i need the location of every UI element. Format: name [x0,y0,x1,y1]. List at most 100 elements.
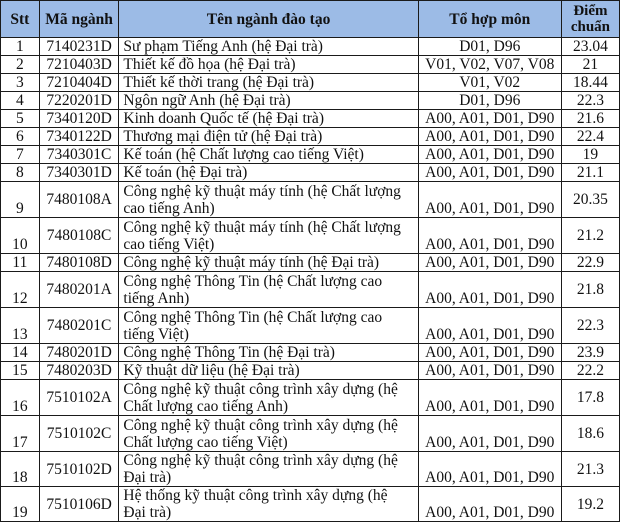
cell-code: 7340301C [38,145,120,164]
cell-combo: A00, A01, D01, D90 [417,271,562,308]
cell-stt: 19 [0,486,40,522]
table-row: 5 7340120D Kinh doanh Quốc tế (hệ Đại tr… [0,109,620,128]
cell-combo: A00, A01, D01, D90 [417,181,562,218]
table-row: 13 7480201C Công nghệ Thông Tin (hệ Chất… [0,307,620,344]
cell-stt: 18 [0,451,40,487]
cell-name: Kỹ thuật dữ liệu (hệ Đại trà) [118,361,419,380]
cell-stt: 17 [0,415,40,452]
header-code: Mã ngành [38,0,120,38]
cell-stt: 4 [0,91,40,110]
cell-stt: 15 [0,361,40,380]
cell-score: 22.9 [560,253,620,272]
table-row: 10 7480108C Công nghệ kỹ thuật máy tính … [0,217,620,254]
cell-name: Công nghệ Thông Tin (hệ Chất lượng cao t… [118,271,419,308]
header-score-line2: chuẩn [570,19,611,35]
table-row: 8 7340301D Kế toán (hệ Đại trà) A00, A01… [0,163,620,182]
cell-name: Thương mại điện tử (hệ Đại trà) [118,127,419,146]
cell-stt: 3 [0,73,40,92]
cell-code: 7210403D [38,55,120,74]
cell-stt: 2 [0,55,40,74]
cell-code: 7510102C [38,415,120,452]
cell-score: 21.8 [560,271,620,308]
cell-code: 7480201A [38,271,120,308]
cell-code: 7140231D [38,37,120,56]
cell-combo: D01, D96 [417,91,562,110]
cell-stt: 10 [0,217,40,254]
table-row: 4 7220201D Ngôn ngữ Anh (hệ Đại trà) D01… [0,91,620,110]
table-row: 16 7510102A Công nghệ kỹ thuật công trìn… [0,379,620,416]
cell-score: 21.6 [560,109,620,128]
cell-combo: A00, A01, D01, D90 [417,163,562,182]
cell-stt: 5 [0,109,40,128]
cell-score: 18.44 [560,73,620,92]
cell-code: 7510102D [38,451,120,487]
cell-code: 7480108A [38,181,120,218]
table-row: 12 7480201A Công nghệ Thông Tin (hệ Chất… [0,271,620,308]
cell-score: 19 [560,145,620,164]
table-row: 19 7510106D Hệ thống kỹ thuật công trình… [0,486,620,522]
cell-name: Thiết kế thời trang (hệ Đại trà) [118,73,419,92]
cell-name: Công nghệ Thông Tin (hệ Đại trà) [118,343,419,362]
cell-code: 7340301D [38,163,120,182]
cell-code: 7480203D [38,361,120,380]
cell-combo: A00, A01, D01, D90 [417,253,562,272]
cell-name: Hệ thống kỹ thuật công trình xây dựng (h… [118,486,419,522]
cell-name: Kế toán (hệ Chất lượng cao tiếng Việt) [118,145,419,164]
cell-stt: 12 [0,271,40,308]
cell-code: 7340122D [38,127,120,146]
table-row: 1 7140231D Sư phạm Tiếng Anh (hệ Đại trà… [0,37,620,56]
cell-stt: 7 [0,145,40,164]
cell-score: 22.2 [560,361,620,380]
cell-name: Công nghệ Thông Tin (hệ Chất lượng cao t… [118,307,419,344]
cell-stt: 6 [0,127,40,146]
cell-combo: A00, A01, D01, D90 [417,451,562,487]
table-row: 7 7340301C Kế toán (hệ Chất lượng cao ti… [0,145,620,164]
cell-name: Ngôn ngữ Anh (hệ Đại trà) [118,91,419,110]
cell-combo: A00, A01, D01, D90 [417,217,562,254]
cell-code: 7480108C [38,217,120,254]
cell-stt: 13 [0,307,40,344]
cell-stt: 9 [0,181,40,218]
table-row: 11 7480108D Công nghệ kỹ thuật máy tính … [0,253,620,272]
table-row: 14 7480201D Công nghệ Thông Tin (hệ Đại … [0,343,620,362]
table-row: 15 7480203D Kỹ thuật dữ liệu (hệ Đại trà… [0,361,620,380]
cell-score: 21 [560,55,620,74]
cell-score: 20.35 [560,181,620,218]
cell-score: 18.6 [560,415,620,452]
cell-code: 7480108D [38,253,120,272]
cell-combo: A00, A01, D01, D90 [417,127,562,146]
admission-score-table: Stt Mã ngành Tên ngành đào tạo Tổ hợp mô… [0,0,620,522]
header-stt: Stt [0,0,40,38]
cell-combo: D01, D96 [417,37,562,56]
cell-combo: A00, A01, D01, D90 [417,343,562,362]
cell-score: 19.2 [560,486,620,522]
table-row: 2 7210403D Thiết kế đồ họa (hệ Đại trà) … [0,55,620,74]
cell-name: Công nghệ kỹ thuật công trình xây dựng (… [118,451,419,487]
cell-code: 7340120D [38,109,120,128]
cell-code: 7510106D [38,486,120,522]
cell-name: Kinh doanh Quốc tế (hệ Đại trà) [118,109,419,128]
cell-combo: A00, A01, D01, D90 [417,361,562,380]
cell-name: Công nghệ kỹ thuật máy tính (hệ Chất lượ… [118,217,419,254]
cell-name: Công nghệ kỹ thuật công trình xây dựng (… [118,415,419,452]
cell-combo: A00, A01, D01, D90 [417,486,562,522]
header-combo: Tổ hợp môn [417,0,562,38]
header-name: Tên ngành đào tạo [118,0,419,38]
cell-name: Kế toán (hệ Đại trà) [118,163,419,182]
cell-stt: 8 [0,163,40,182]
cell-stt: 11 [0,253,40,272]
cell-code: 7480201C [38,307,120,344]
header-score-line1: Điểm [573,3,608,19]
cell-code: 7210404D [38,73,120,92]
table-body: 1 7140231D Sư phạm Tiếng Anh (hệ Đại trà… [0,37,620,522]
cell-name: Sư phạm Tiếng Anh (hệ Đại trà) [118,37,419,56]
cell-name: Công nghệ kỹ thuật máy tính (hệ Chất lượ… [118,181,419,218]
cell-score: 23.9 [560,343,620,362]
header-row: Stt Mã ngành Tên ngành đào tạo Tổ hợp mô… [0,0,620,38]
cell-score: 21.2 [560,217,620,254]
cell-combo: A00, A01, D01, D90 [417,145,562,164]
cell-combo: V01, V02 [417,73,562,92]
cell-combo: V01, V02, V07, V08 [417,55,562,74]
table-row: 17 7510102C Công nghệ kỹ thuật công trìn… [0,415,620,452]
cell-stt: 14 [0,343,40,362]
